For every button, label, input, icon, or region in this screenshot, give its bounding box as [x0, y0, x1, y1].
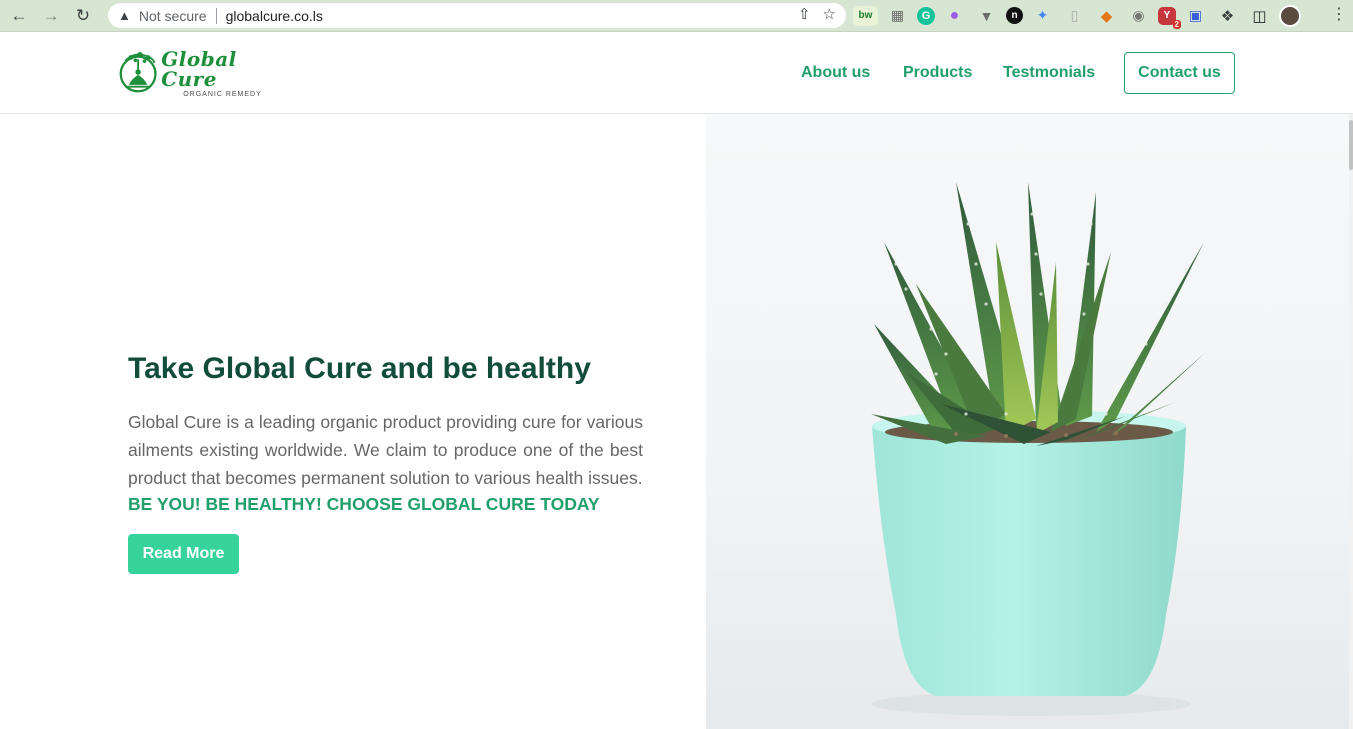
bookmark-star-icon[interactable]: ☆	[823, 5, 836, 23]
hero-description: Global Cure is a leading organic product…	[128, 412, 643, 488]
contact-us-button[interactable]: Contact us	[1124, 52, 1235, 94]
profile-avatar[interactable]	[1279, 4, 1301, 27]
extension-badge: 2	[1172, 19, 1181, 29]
hero-tagline: BE YOU! BE HEALTHY! CHOOSE GLOBAL CURE T…	[128, 494, 600, 514]
reload-icon[interactable]: ↻	[70, 3, 96, 29]
hero-title: Take Global Cure and be healthy	[128, 352, 591, 385]
security-label: Not secure	[138, 7, 207, 24]
omnibox-divider	[215, 7, 217, 24]
nav-products-link[interactable]: Products	[903, 64, 972, 82]
side-panel-icon[interactable]: ◫	[1247, 6, 1272, 26]
browser-toolbar: ← → ↻ ▲ Not secure globalcure.co.ls ⇧ ☆ …	[0, 0, 1353, 32]
url-text[interactable]: globalcure.co.ls	[226, 8, 323, 24]
color-dropper-icon[interactable]: ●	[942, 6, 967, 26]
read-more-button[interactable]: Read More	[128, 534, 239, 574]
succulent-plant-image	[871, 182, 1206, 716]
youtube-extension-icon[interactable]: Y2	[1158, 6, 1181, 29]
grid-extension-icon[interactable]: ▦	[885, 6, 910, 26]
notion-icon[interactable]: n	[1006, 7, 1023, 24]
puzzle-icon[interactable]: ❖	[1215, 6, 1240, 26]
magic-extension-icon[interactable]: ✦	[1030, 6, 1055, 26]
forward-icon[interactable]: →	[38, 3, 64, 29]
vimium-icon[interactable]: ▼	[974, 6, 999, 26]
more-menu-icon[interactable]: ⋮	[1331, 7, 1347, 23]
site-header: Global Cure ORGANIC REMEDY About us Prod…	[0, 33, 1353, 114]
scrollbar-thumb[interactable]	[1349, 120, 1353, 170]
phone-extension-icon[interactable]: ▯	[1062, 6, 1087, 26]
camera-extension-icon[interactable]: ◉	[1126, 6, 1151, 26]
address-bar[interactable]: ▲ Not secure globalcure.co.ls ⇧ ☆	[108, 3, 846, 28]
main-navigation: About us Products Testmonials Contact us	[0, 33, 1353, 114]
hero-image-section	[706, 114, 1351, 729]
nav-about-link[interactable]: About us	[801, 64, 870, 82]
metamask-icon[interactable]: ◆	[1094, 6, 1119, 26]
bw-extension-icon[interactable]: bw	[853, 5, 878, 26]
back-icon[interactable]: ←	[6, 3, 32, 29]
share-icon[interactable]: ⇧	[798, 5, 811, 23]
page-scrollbar[interactable]	[1349, 114, 1353, 729]
warning-icon: ▲	[118, 8, 131, 23]
screen-recorder-icon[interactable]: ▣	[1183, 6, 1208, 26]
grammarly-icon[interactable]: G	[917, 6, 935, 25]
extensions-bar: bw ▦ G ● ▼ n ✦ ▯ ◆ ◉ Y2 ▣ ❖ ◫	[850, 3, 1328, 29]
hero-text-section: Take Global Cure and be healthy Global C…	[0, 114, 706, 729]
nav-testimonials-link[interactable]: Testmonials	[1003, 64, 1095, 82]
